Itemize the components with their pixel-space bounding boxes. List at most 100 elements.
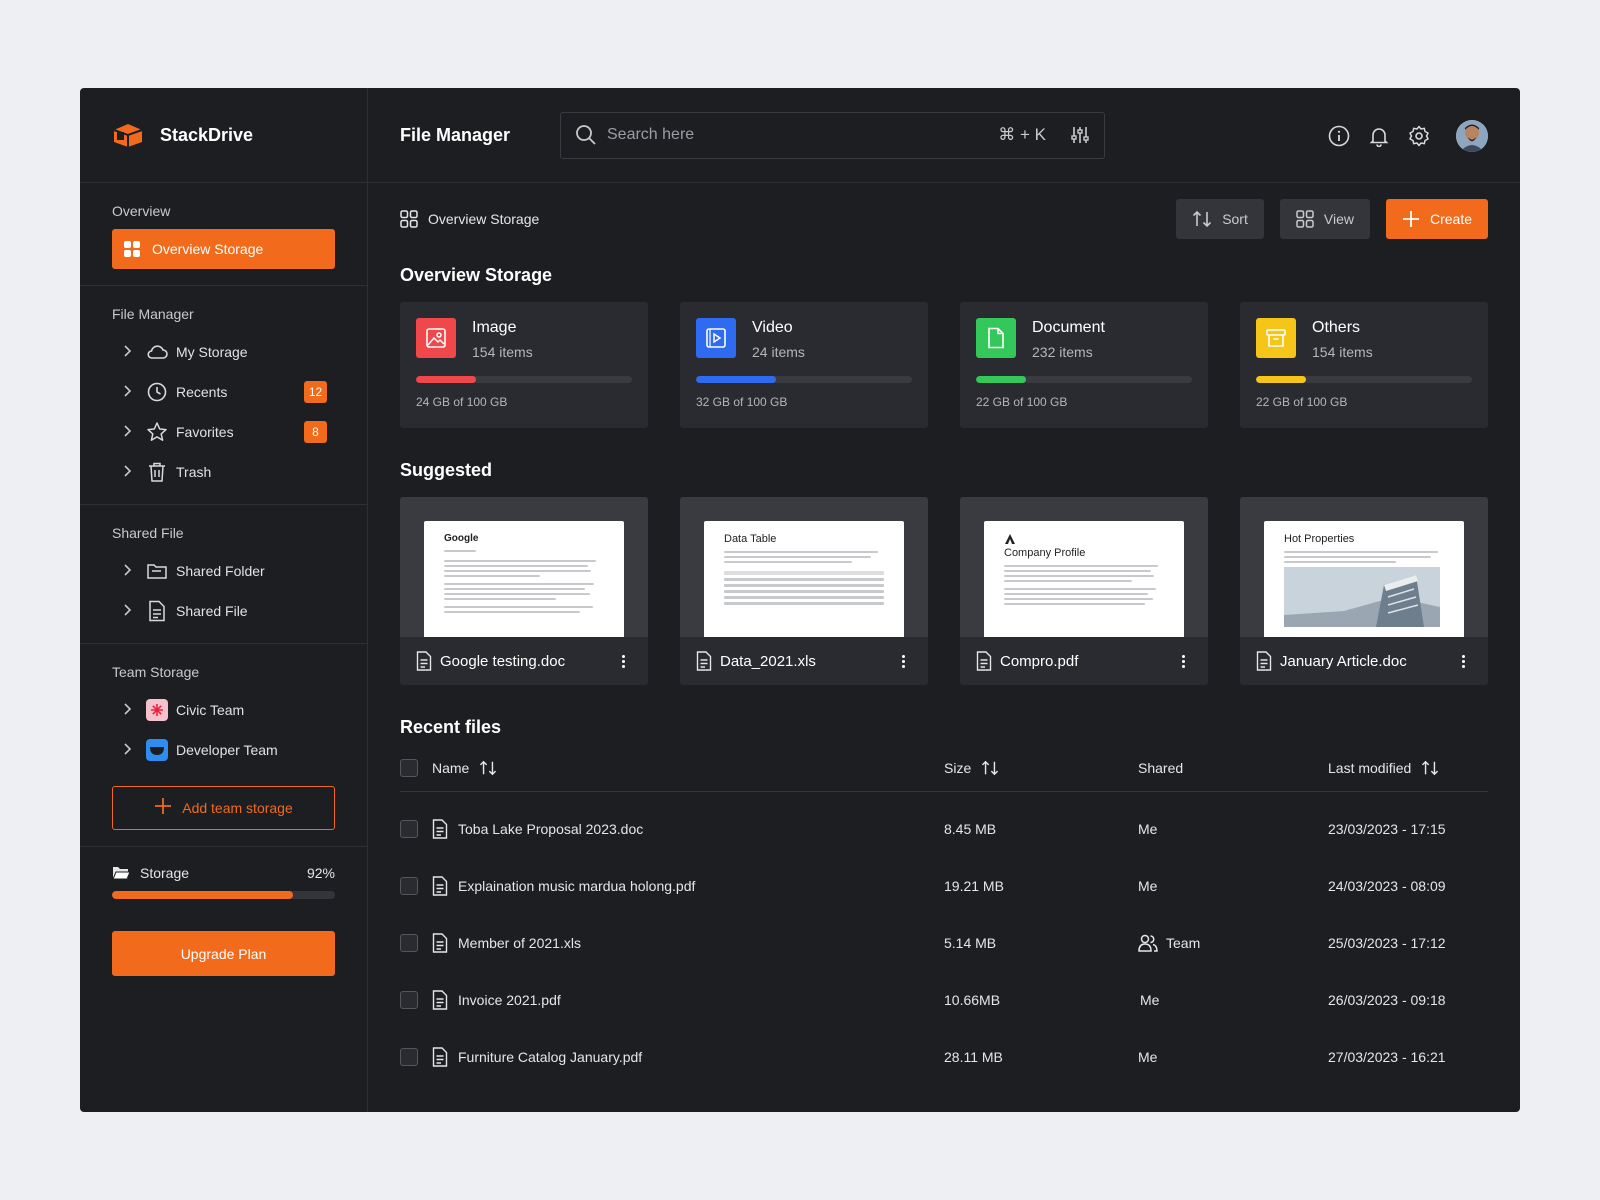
info-icon[interactable] [1328,125,1350,147]
usage-bar [416,376,632,383]
sidebar-item-shared-folder[interactable]: Shared Folder [112,551,335,591]
bell-icon[interactable] [1368,125,1390,147]
table-row[interactable]: Toba Lake Proposal 2023.doc 8.45 MB Me 2… [400,800,1488,857]
chevron-right-icon[interactable] [122,344,136,360]
column-header-shared: Shared [1138,759,1184,776]
chevron-right-icon[interactable] [122,384,136,400]
file-size: 5.14 MB [944,934,997,951]
sidebar-item-trash[interactable]: Trash [112,452,335,492]
more-vertical-icon[interactable] [894,651,912,671]
usage-fill [416,376,477,383]
row-checkbox[interactable] [400,990,418,1009]
column-header-name[interactable]: Name [432,760,469,776]
top-bar: File Manager Search here ⌘ + K [368,88,1520,183]
storage-card-image[interactable]: Image 154 items 24 GB of 100 GB [400,302,648,428]
chevron-right-icon[interactable] [122,702,136,718]
file-size: 10.66MB [944,991,1001,1008]
sort-icon[interactable] [479,760,497,776]
usage-fill [976,376,1026,383]
file-preview: Data Table [680,497,928,637]
file-shared: Team [1166,934,1201,951]
sort-icon [1193,210,1212,228]
file-name: Compro.pdf [1000,652,1079,670]
team-section-title: Team Storage [112,664,200,680]
column-header-size[interactable]: Size [944,760,971,776]
developer-team-logo-icon [146,739,168,761]
file-icon [696,651,712,671]
storage-card-video[interactable]: Video 24 items 32 GB of 100 GB [680,302,928,428]
chevron-right-icon[interactable] [122,424,136,440]
search-input[interactable]: Search here ⌘ + K [560,111,1105,159]
storage-card-others[interactable]: Others 154 items 22 GB of 100 GB [1240,302,1488,428]
app-window: StackDrive Overview Overview Storage Fil… [80,88,1520,1112]
sidebar-item-my-storage[interactable]: My Storage [112,332,335,372]
table-row[interactable]: Furniture Catalog January.pdf 28.11 MB M… [400,1028,1488,1085]
suggested-file-card[interactable]: Company Profile Compro.pdf [960,497,1208,685]
brand[interactable]: StackDrive [80,88,367,183]
video-icon [696,318,736,358]
row-checkbox[interactable] [400,876,418,895]
user-avatar[interactable] [1456,119,1488,152]
column-header-last-modified[interactable]: Last modified [1328,760,1411,776]
trash-icon [146,461,168,483]
row-checkbox[interactable] [400,819,418,838]
table-header: Name Size Shared Last modified [400,744,1488,792]
recent-files-title: Recent files [400,717,502,737]
file-preview: Hot Properties [1240,497,1488,637]
sidebar-item-label: My Storage [176,344,248,360]
row-checkbox[interactable] [400,933,418,952]
usage-fill [1256,376,1306,383]
chevron-right-icon[interactable] [122,603,136,619]
preview-title: Data Table [724,533,777,545]
filter-sliders-icon[interactable] [1070,125,1090,145]
sidebar-item-shared-file[interactable]: Shared File [112,591,335,631]
table-row[interactable]: Invoice 2021.pdf 10.66MB Me 26/03/2023 -… [400,971,1488,1028]
page-title: File Manager [400,124,511,145]
select-all-checkbox[interactable] [400,758,418,777]
file-name: Data_2021.xls [720,652,816,670]
preview-title: Company Profile [1004,547,1086,559]
sort-button[interactable]: Sort [1176,199,1264,239]
add-team-storage-button[interactable]: Add team storage [112,786,335,830]
table-row[interactable]: Member of 2021.xls 5.14 MB Team 25/03/20… [400,914,1488,971]
file-preview: Company Profile [960,497,1208,637]
storage-progress-bar [112,891,335,899]
sidebar-item-recents[interactable]: Recents 12 [112,372,335,412]
storage-progress-fill [112,891,293,899]
overview-storage-title: Overview Storage [400,265,553,285]
suggested-file-card[interactable]: Data Table Data_2021.xls [680,497,928,685]
table-row[interactable]: Explaination music mardua holong.pdf 19.… [400,857,1488,914]
grid-icon [124,241,140,257]
suggested-file-card[interactable]: Hot Properties January Article.doc [1240,497,1488,685]
chevron-right-icon[interactable] [122,464,136,480]
building-photo [1284,567,1440,627]
sort-icon[interactable] [981,760,999,776]
file-icon [146,600,168,622]
file-shared: Me [1138,820,1158,837]
search-shortcut: ⌘ + K [998,125,1046,144]
chevron-right-icon[interactable] [122,563,136,579]
card-count: 24 items [752,344,805,360]
more-vertical-icon[interactable] [614,651,632,671]
sidebar-item-developer-team[interactable]: Developer Team [112,730,335,770]
sort-icon[interactable] [1421,760,1439,776]
upgrade-plan-button[interactable]: Upgrade Plan [112,931,335,976]
row-checkbox[interactable] [400,1047,418,1066]
sidebar-item-overview-storage[interactable]: Overview Storage [112,229,335,269]
file-size: 8.45 MB [944,820,997,837]
file-size: 19.21 MB [944,877,1004,894]
suggested-file-card[interactable]: Google Google testing.doc [400,497,648,685]
more-vertical-icon[interactable] [1174,651,1192,671]
sidebar-item-favorites[interactable]: Favorites 8 [112,412,335,452]
sidebar-item-civic-team[interactable]: Civic Team [112,690,335,730]
gear-icon[interactable] [1408,125,1430,147]
chevron-right-icon[interactable] [122,742,136,758]
card-count: 154 items [472,344,533,360]
create-button[interactable]: Create [1385,199,1488,239]
storage-card-document[interactable]: Document 232 items 22 GB of 100 GB [960,302,1208,428]
company-logo-icon [1005,534,1015,544]
breadcrumb[interactable]: Overview Storage [400,210,539,228]
view-button[interactable]: View [1279,199,1370,239]
suggested-files: Google Google testing.doc Data Table Dat… [400,497,1488,685]
more-vertical-icon[interactable] [1454,651,1472,671]
